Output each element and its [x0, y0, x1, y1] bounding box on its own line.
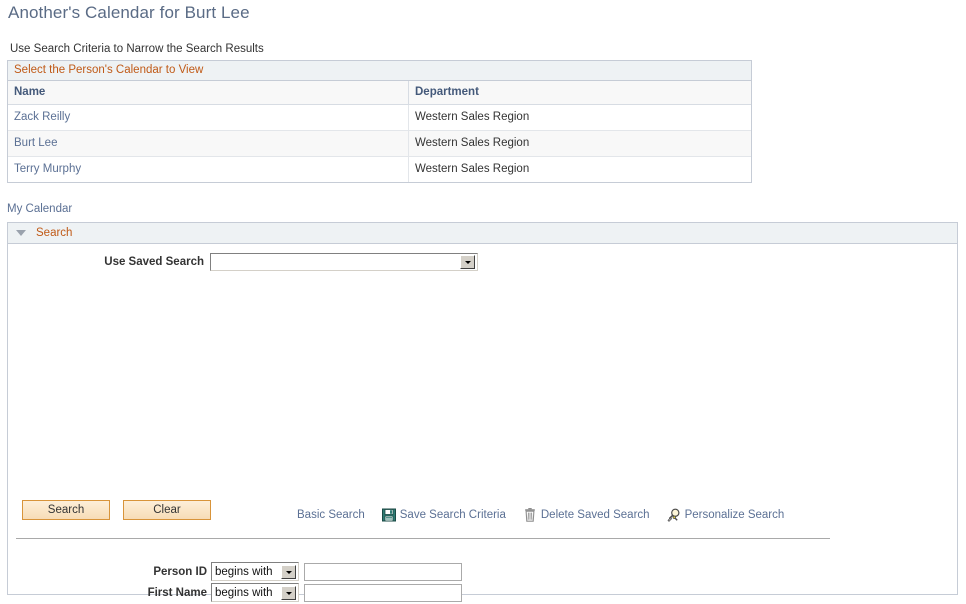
table-row: Burt Lee Western Sales Region — [8, 130, 751, 157]
page-title: Another's Calendar for Burt Lee — [8, 3, 250, 22]
criteria-row-person-id: Person ID begins with — [8, 561, 478, 582]
search-panel-title: Search — [36, 227, 73, 239]
my-calendar-link-wrap: My Calendar — [7, 203, 72, 215]
chevron-down-icon[interactable] — [281, 564, 296, 579]
top-button-row: Search Clear — [22, 500, 211, 520]
delete-saved-search-link-top[interactable]: Delete Saved Search — [522, 507, 650, 523]
criteria-operator-value: begins with — [215, 565, 273, 578]
clear-button-top[interactable]: Clear — [123, 500, 211, 520]
personalize-search-link-top[interactable]: Personalize Search — [666, 507, 785, 523]
table-header-row: Name Department — [8, 81, 751, 105]
criteria-input-person-id[interactable] — [304, 562, 462, 581]
person-link-terry-murphy[interactable]: Terry Murphy — [14, 163, 81, 175]
save-search-criteria-label: Save Search Criteria — [399, 509, 506, 521]
person-department-cell: Western Sales Region — [408, 104, 751, 131]
person-name-cell: Terry Murphy — [8, 156, 409, 182]
person-calendar-grid: Select the Person's Calendar to View Nam… — [7, 60, 752, 183]
grid-caption: Select the Person's Calendar to View — [8, 61, 751, 81]
delete-saved-search-label: Delete Saved Search — [540, 509, 650, 521]
search-panel: Search Use Saved Search Search Clear Bas… — [7, 222, 958, 602]
search-button-top[interactable]: Search — [22, 500, 110, 520]
table-row: Zack Reilly Western Sales Region — [8, 104, 751, 131]
personalize-search-label: Personalize Search — [684, 509, 785, 521]
criteria-operator-first-name[interactable]: begins with — [211, 583, 299, 602]
save-search-criteria-link-top[interactable]: Save Search Criteria — [381, 507, 506, 523]
trash-icon — [522, 507, 538, 523]
chevron-down-icon[interactable] — [460, 255, 475, 269]
person-department-cell: Western Sales Region — [408, 130, 751, 157]
triangle-down-icon[interactable] — [16, 230, 26, 236]
criteria-operator-person-id[interactable]: begins with — [211, 562, 299, 581]
criteria-input-first-name[interactable] — [304, 583, 462, 602]
page-root: Another's Calendar for Burt Lee Use Sear… — [0, 0, 966, 604]
search-panel-header: Search — [8, 223, 957, 244]
column-header-department: Department — [408, 81, 751, 105]
top-action-links: Basic Search Save Search Criteria Delete… — [297, 507, 784, 523]
person-table: Name Department Zack Reilly Western Sale… — [8, 81, 751, 182]
person-department-cell: Western Sales Region — [408, 156, 751, 182]
basic-search-label: Basic Search — [297, 509, 365, 521]
person-link-burt-lee[interactable]: Burt Lee — [14, 137, 57, 149]
save-floppy-icon — [381, 507, 397, 523]
my-calendar-link[interactable]: My Calendar — [7, 203, 72, 215]
criteria-operator-value: begins with — [215, 586, 273, 599]
personalize-magnifier-icon — [666, 507, 682, 523]
basic-search-link-top[interactable]: Basic Search — [297, 509, 365, 521]
use-saved-search-row: Use Saved Search — [8, 253, 957, 271]
criteria-row-first-name: First Name begins with — [8, 582, 478, 603]
criteria-label-first-name: First Name — [147, 586, 207, 599]
person-link-zack-reilly[interactable]: Zack Reilly — [14, 111, 70, 123]
search-instruction-text: Use Search Criteria to Narrow the Search… — [10, 43, 264, 55]
chevron-down-icon[interactable] — [281, 585, 296, 600]
column-header-name: Name — [8, 81, 409, 105]
table-row: Terry Murphy Western Sales Region — [8, 156, 751, 182]
use-saved-search-select[interactable] — [210, 253, 478, 271]
person-name-cell: Zack Reilly — [8, 104, 409, 131]
use-saved-search-label: Use Saved Search — [104, 256, 204, 268]
section-divider — [16, 538, 830, 539]
search-criteria-list: Person ID begins with First Name begins … — [8, 561, 478, 604]
person-name-cell: Burt Lee — [8, 130, 409, 157]
criteria-label-person-id: Person ID — [153, 565, 207, 578]
